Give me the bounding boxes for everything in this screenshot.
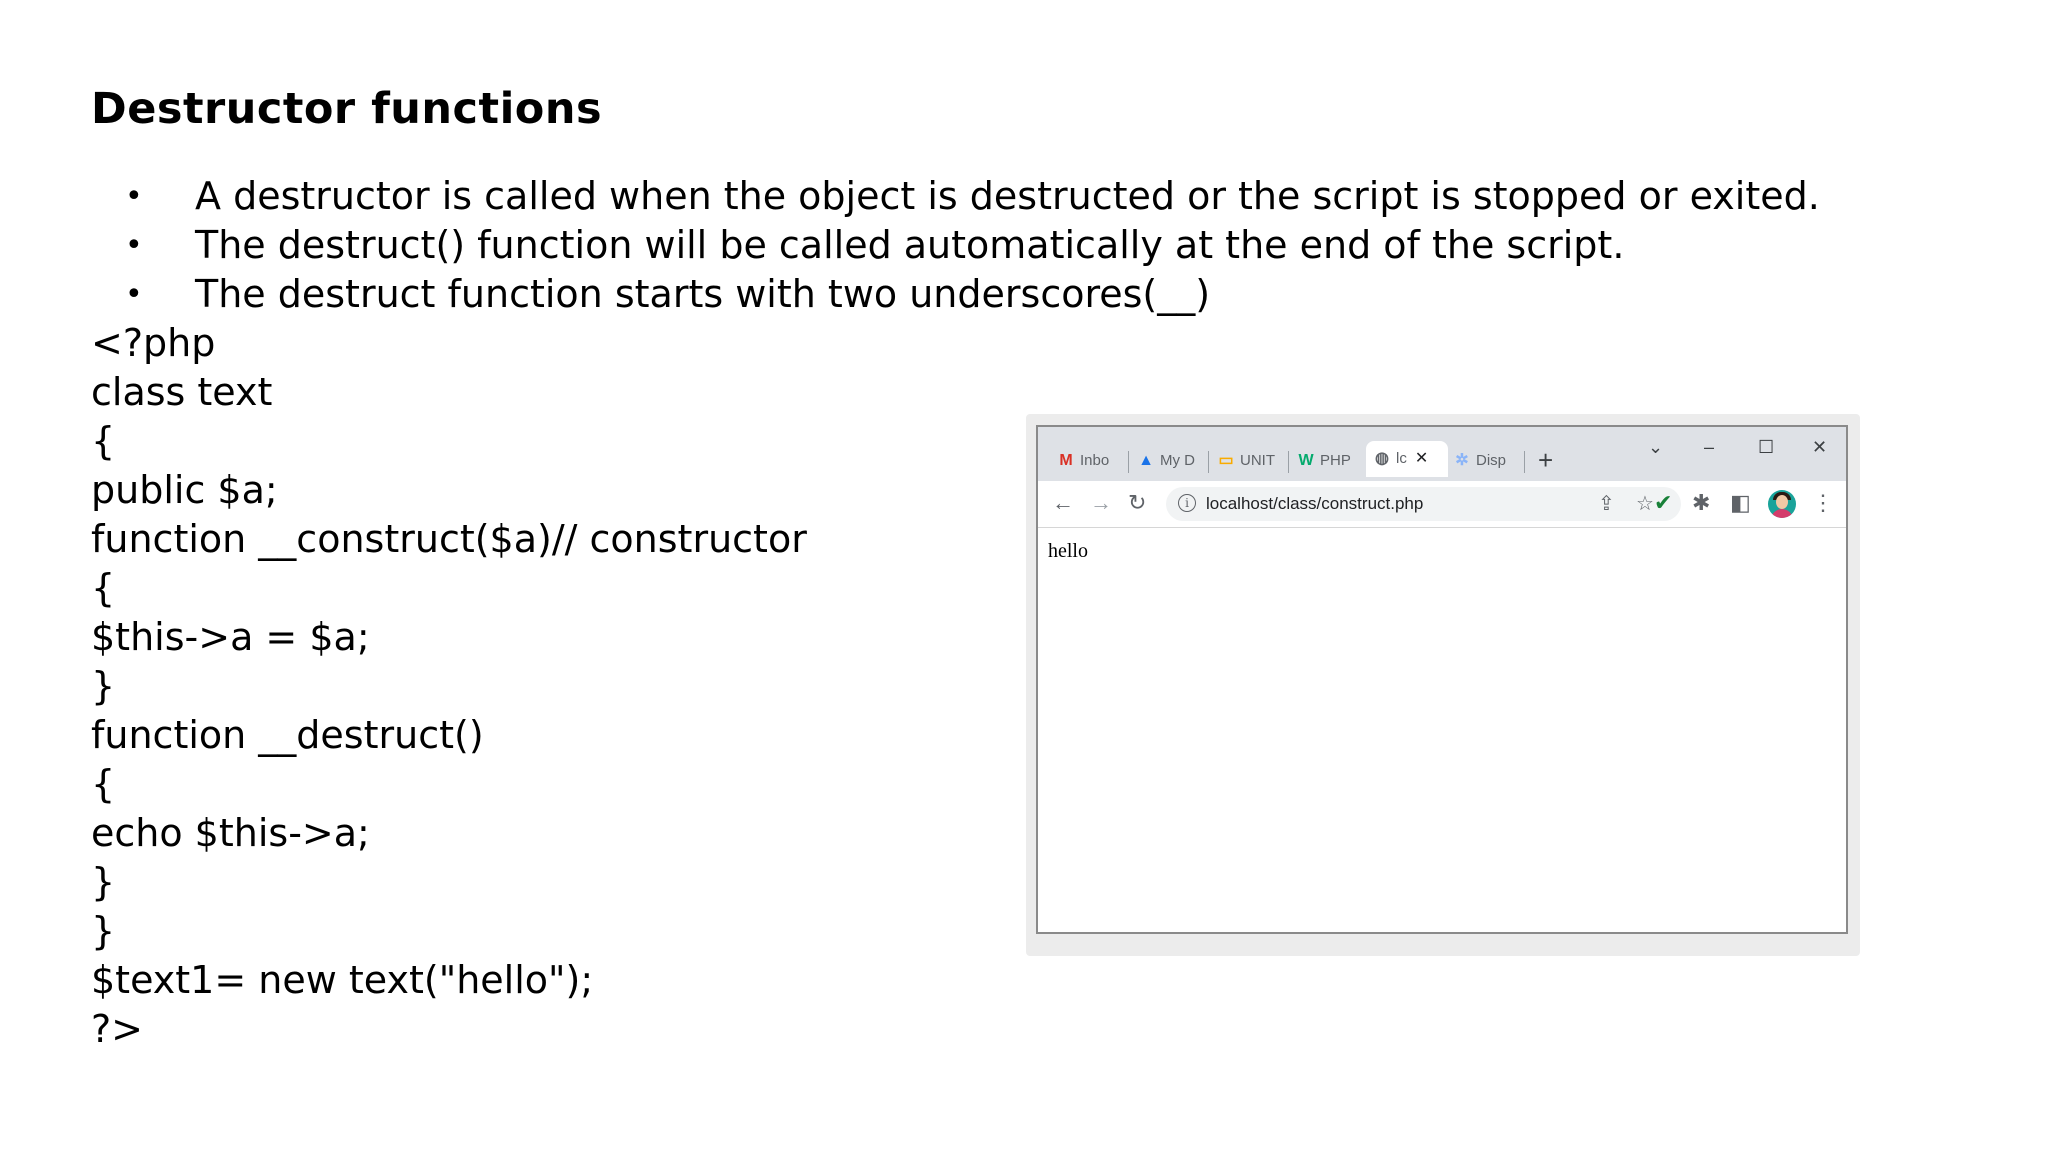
tab-label: Inbo bbox=[1080, 452, 1110, 469]
extensions-puzzle-icon[interactable]: ✱ bbox=[1692, 489, 1710, 517]
side-panel-icon[interactable]: ◧ bbox=[1730, 489, 1751, 517]
code-line: ?> bbox=[91, 1007, 144, 1051]
bullet-item: • The destruct function starts with two u… bbox=[91, 270, 1820, 319]
avatar-shirt bbox=[1771, 509, 1793, 518]
bullet-text: The destruct function starts with two un… bbox=[195, 272, 1211, 316]
loading-icon: ✲ bbox=[1455, 452, 1469, 469]
share-icon[interactable]: ⇪ bbox=[1598, 491, 1615, 516]
bullet-list: • A destructor is called when the object … bbox=[91, 172, 1820, 319]
new-tab-button[interactable]: + bbox=[1538, 445, 1553, 475]
bullet-dot: • bbox=[125, 179, 143, 214]
code-line: $this->a = $a; bbox=[91, 615, 370, 659]
code-line: { bbox=[91, 419, 116, 463]
code-line: echo $this->a; bbox=[91, 811, 370, 855]
tab-separator bbox=[1288, 451, 1289, 473]
browser-toolbar: ← → ↻ i localhost/class/construct.php ⇪ … bbox=[1038, 481, 1846, 528]
page-output-text: hello bbox=[1048, 540, 1088, 562]
url-text[interactable]: localhost/class/construct.php bbox=[1206, 487, 1423, 521]
tab-unit[interactable]: ▭ UNIT bbox=[1216, 445, 1280, 477]
tab-label: UNIT bbox=[1240, 452, 1275, 469]
code-line: $text1= new text("hello"); bbox=[91, 958, 594, 1002]
google-drive-icon: ▲ bbox=[1138, 452, 1154, 469]
bookmark-star-icon[interactable]: ☆ bbox=[1636, 491, 1654, 516]
page-content: hello bbox=[1038, 528, 1846, 932]
tab-label: My D bbox=[1160, 452, 1195, 469]
tab-separator bbox=[1128, 451, 1129, 473]
google-slides-icon: ▭ bbox=[1218, 452, 1234, 469]
minimize-icon[interactable]: – bbox=[1704, 437, 1714, 458]
slide: Destructor functions • A destructor is ca… bbox=[0, 0, 2048, 1152]
bullet-dot: • bbox=[125, 277, 143, 312]
profile-avatar[interactable] bbox=[1768, 490, 1796, 518]
bullet-item: • A destructor is called when the object … bbox=[91, 172, 1820, 221]
code-line: } bbox=[91, 860, 116, 904]
gmail-icon: M bbox=[1059, 452, 1073, 469]
check-extension-icon[interactable]: ✔ bbox=[1654, 489, 1672, 517]
bullet-text: A destructor is called when the object i… bbox=[195, 174, 1820, 218]
tab-disp[interactable]: ✲ Disp bbox=[1452, 445, 1518, 477]
back-icon[interactable]: ← bbox=[1052, 489, 1074, 517]
tab-gmail[interactable]: M Inbo bbox=[1056, 445, 1114, 477]
address-bar[interactable]: i localhost/class/construct.php ⇪ ☆ bbox=[1166, 487, 1681, 521]
close-window-icon[interactable]: ✕ bbox=[1812, 437, 1827, 458]
forward-icon[interactable]: → bbox=[1090, 489, 1112, 517]
tab-strip: M Inbo ▲ My D ▭ UNIT W PHP ◍ lc ✕ ✲ Disp + ⌄ bbox=[1038, 427, 1846, 481]
code-line: <?php bbox=[91, 321, 216, 365]
bullet-dot: • bbox=[125, 228, 143, 263]
bullet-text: The destruct() function will be called a… bbox=[195, 223, 1625, 267]
reload-icon[interactable]: ↻ bbox=[1128, 489, 1146, 517]
code-line: function __destruct() bbox=[91, 713, 484, 757]
code-line: } bbox=[91, 664, 116, 708]
code-line: { bbox=[91, 566, 116, 610]
browser-window: M Inbo ▲ My D ▭ UNIT W PHP ◍ lc ✕ ✲ Disp + ⌄ bbox=[1036, 425, 1848, 934]
code-line: function __construct($a)// constructor bbox=[91, 517, 807, 561]
w3schools-icon: W bbox=[1298, 452, 1314, 469]
code-line: public $a; bbox=[91, 468, 278, 512]
globe-icon: ◍ bbox=[1375, 450, 1389, 467]
slide-title: Destructor functions bbox=[91, 84, 603, 134]
tab-php[interactable]: W PHP bbox=[1296, 445, 1358, 477]
code-line: class text bbox=[91, 370, 273, 414]
code-line: } bbox=[91, 909, 116, 953]
close-icon[interactable]: ✕ bbox=[1415, 450, 1428, 467]
bullet-item: • The destruct() function will be called … bbox=[91, 221, 1820, 270]
tab-search-icon[interactable]: ⌄ bbox=[1648, 437, 1663, 458]
info-icon[interactable]: i bbox=[1178, 494, 1196, 512]
maximize-icon[interactable]: ☐ bbox=[1758, 437, 1774, 458]
avatar-face bbox=[1776, 495, 1788, 509]
tab-label: Disp bbox=[1476, 452, 1507, 469]
tab-drive[interactable]: ▲ My D bbox=[1136, 445, 1196, 477]
tab-label: lc bbox=[1396, 450, 1407, 467]
code-line: { bbox=[91, 762, 116, 806]
tab-separator bbox=[1524, 451, 1525, 473]
tab-separator bbox=[1208, 451, 1209, 473]
menu-kebab-icon[interactable]: ⋮ bbox=[1812, 489, 1834, 517]
tab-label: PHP bbox=[1320, 452, 1351, 469]
tab-active[interactable]: ◍ lc ✕ bbox=[1366, 441, 1448, 477]
code-block: <?php class text { public $a; function _… bbox=[91, 319, 807, 1054]
